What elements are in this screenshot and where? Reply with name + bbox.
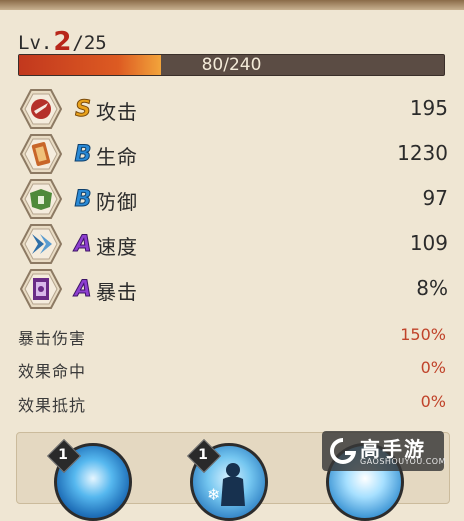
top-frame-border xyxy=(0,0,464,10)
level-prefix: Lv. xyxy=(18,32,53,54)
svg-text:B: B xyxy=(75,187,92,211)
sub-stat-value: 150% xyxy=(400,325,446,344)
defense-icon xyxy=(20,179,62,219)
sub-stat-effect-resist: 效果抵抗 0% xyxy=(18,392,446,416)
stat-label: 生命 xyxy=(96,145,138,169)
crit-icon xyxy=(20,269,62,309)
sub-stat-value: 0% xyxy=(420,358,446,377)
sub-stat-effect-hit: 效果命中 0% xyxy=(18,358,446,382)
stat-row-defense: B 防御 97 xyxy=(14,177,448,221)
stat-row-health: B 生命 1230 xyxy=(14,132,448,176)
stat-value: 8% xyxy=(416,276,448,300)
health-icon xyxy=(20,134,62,174)
stat-value: 195 xyxy=(409,96,448,120)
exp-bar: 80/240 xyxy=(18,54,445,76)
level-current: 2 xyxy=(53,27,72,57)
level-max: /25 xyxy=(72,32,107,54)
grade-s-icon: S xyxy=(75,97,92,122)
sub-stat-label: 效果命中 xyxy=(18,362,87,381)
stat-value: 109 xyxy=(409,231,448,255)
attack-icon xyxy=(20,89,62,129)
stat-label: 防御 xyxy=(96,190,138,214)
stat-value: 1230 xyxy=(397,141,448,165)
sub-stat-label: 暴击伤害 xyxy=(18,329,87,348)
speed-icon xyxy=(20,224,62,264)
exp-text: 80/240 xyxy=(201,55,262,75)
svg-text:A: A xyxy=(72,232,91,256)
svg-text:S: S xyxy=(75,97,91,121)
stat-value: 97 xyxy=(422,186,448,210)
stat-label: 暴击 xyxy=(96,280,138,304)
grade-a-icon: A xyxy=(72,277,92,302)
stat-label: 速度 xyxy=(96,235,138,259)
sub-stat-label: 效果抵抗 xyxy=(18,396,87,415)
svg-text:B: B xyxy=(75,142,92,166)
watermark-subtitle: GAOSHOUYOU.COM xyxy=(360,457,447,466)
svg-text:❄: ❄ xyxy=(207,485,220,504)
sub-stat-crit-damage: 暴击伤害 150% xyxy=(18,325,446,349)
stat-row-attack: S 攻击 195 xyxy=(14,87,448,131)
skill-level-text: 1 xyxy=(198,447,208,463)
grade-b-icon: B xyxy=(74,142,92,167)
stat-label: 攻击 xyxy=(96,100,138,124)
grade-a-icon: A xyxy=(72,232,92,257)
level-display: Lv. 2 /25 xyxy=(18,27,107,57)
watermark: 高手游 GAOSHOUYOU.COM xyxy=(322,431,447,471)
stat-row-speed: A 速度 109 xyxy=(14,222,448,266)
skill-level-text: 1 xyxy=(58,447,68,463)
grade-b-icon: B xyxy=(74,187,92,212)
watermark-logo-icon xyxy=(330,438,356,464)
sub-stat-value: 0% xyxy=(420,392,446,411)
svg-text:A: A xyxy=(72,277,91,301)
stat-row-crit: A 暴击 8% xyxy=(14,267,448,311)
